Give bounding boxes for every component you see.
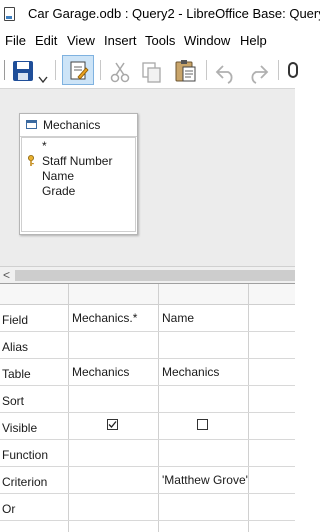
menu-help[interactable]: Help (240, 33, 267, 48)
primary-key-icon (28, 155, 34, 166)
row-label-or: Or (2, 502, 16, 516)
save-icon[interactable] (12, 58, 38, 86)
libreoffice-base-icon (4, 7, 15, 21)
cell-field-col1[interactable]: Mechanics.* (72, 311, 137, 325)
grid-divider (248, 284, 249, 532)
cell-table-col2[interactable]: Mechanics (162, 365, 219, 379)
row-label-criterion: Criterion (2, 475, 48, 489)
standard-toolbar (0, 52, 298, 89)
menu-window[interactable]: Window (184, 33, 230, 48)
title-bar: Car Garage.odb : Query2 - LibreOffice Ba… (0, 0, 320, 28)
menu-bar: File Edit View Insert Tools Window Help (0, 28, 295, 52)
grid-divider (0, 439, 295, 440)
table-field-list[interactable]: * Staff Number Name Grade (21, 137, 136, 232)
redo-icon[interactable] (246, 59, 270, 87)
menu-file[interactable]: File (5, 33, 26, 48)
menu-view[interactable]: View (67, 33, 95, 48)
menu-tools[interactable]: Tools (145, 33, 175, 48)
grid-divider (0, 385, 295, 386)
grid-divider (0, 466, 295, 467)
menu-insert[interactable]: Insert (104, 33, 137, 48)
row-label-field: Field (2, 313, 29, 327)
more-toolbar-icon[interactable] (288, 62, 298, 78)
query-design-area[interactable]: Mechanics * Staff Number Name Grade (0, 89, 295, 266)
row-label-alias: Alias (2, 340, 29, 354)
toolbar-separator (278, 60, 279, 80)
grid-divider (0, 493, 295, 494)
design-area-horizontal-scrollbar[interactable]: < (0, 266, 295, 284)
table-window-title: Mechanics (43, 118, 101, 132)
scrollbar-thumb[interactable] (15, 270, 295, 281)
scroll-left-arrow-icon[interactable]: < (3, 268, 10, 282)
menu-edit[interactable]: Edit (35, 33, 57, 48)
edit-mode-toggle[interactable] (62, 55, 94, 85)
query-selection-grid: Field Alias Table Sort Visible Function … (0, 283, 295, 532)
table-window-header[interactable]: Mechanics (20, 114, 137, 137)
table-field-grade[interactable]: Grade (42, 184, 75, 198)
toolbar-grip (4, 60, 5, 80)
window-title: Car Garage.odb : Query2 - LibreOffice Ba… (28, 6, 320, 21)
row-label-table: Table (2, 367, 31, 381)
cell-table-col1[interactable]: Mechanics (72, 365, 129, 379)
cell-criterion-col2[interactable]: 'Matthew Grove' (162, 473, 248, 487)
row-label-sort: Sort (2, 394, 25, 408)
table-field-all[interactable]: * (42, 139, 47, 153)
cut-icon[interactable] (108, 58, 132, 86)
field-label: Staff Number (42, 154, 113, 168)
row-label-visible: Visible (2, 421, 38, 435)
grid-divider (0, 520, 295, 521)
paste-icon[interactable] (173, 57, 199, 85)
toolbar-separator (206, 60, 207, 80)
visible-checkbox-col2[interactable] (197, 419, 208, 430)
grid-column-header-row (0, 284, 295, 305)
table-field-name[interactable]: Name (42, 169, 74, 183)
edit-mode-icon (70, 61, 89, 80)
grid-divider (0, 358, 295, 359)
checkmark-icon (108, 421, 117, 428)
visible-checkbox-col1[interactable] (107, 419, 118, 430)
grid-divider (158, 284, 159, 532)
table-icon (26, 120, 37, 129)
grid-divider (0, 412, 295, 413)
table-field-staff-number[interactable]: Staff Number (22, 153, 135, 169)
copy-icon[interactable] (140, 58, 164, 86)
table-window-mechanics[interactable]: Mechanics * Staff Number Name Grade (19, 113, 138, 235)
cell-field-col2[interactable]: Name (162, 311, 194, 325)
row-label-function: Function (2, 448, 49, 462)
grid-divider (68, 284, 69, 532)
toolbar-separator (55, 60, 56, 80)
undo-icon[interactable] (214, 59, 238, 87)
toolbar-separator (100, 60, 101, 80)
grid-divider (0, 331, 295, 332)
